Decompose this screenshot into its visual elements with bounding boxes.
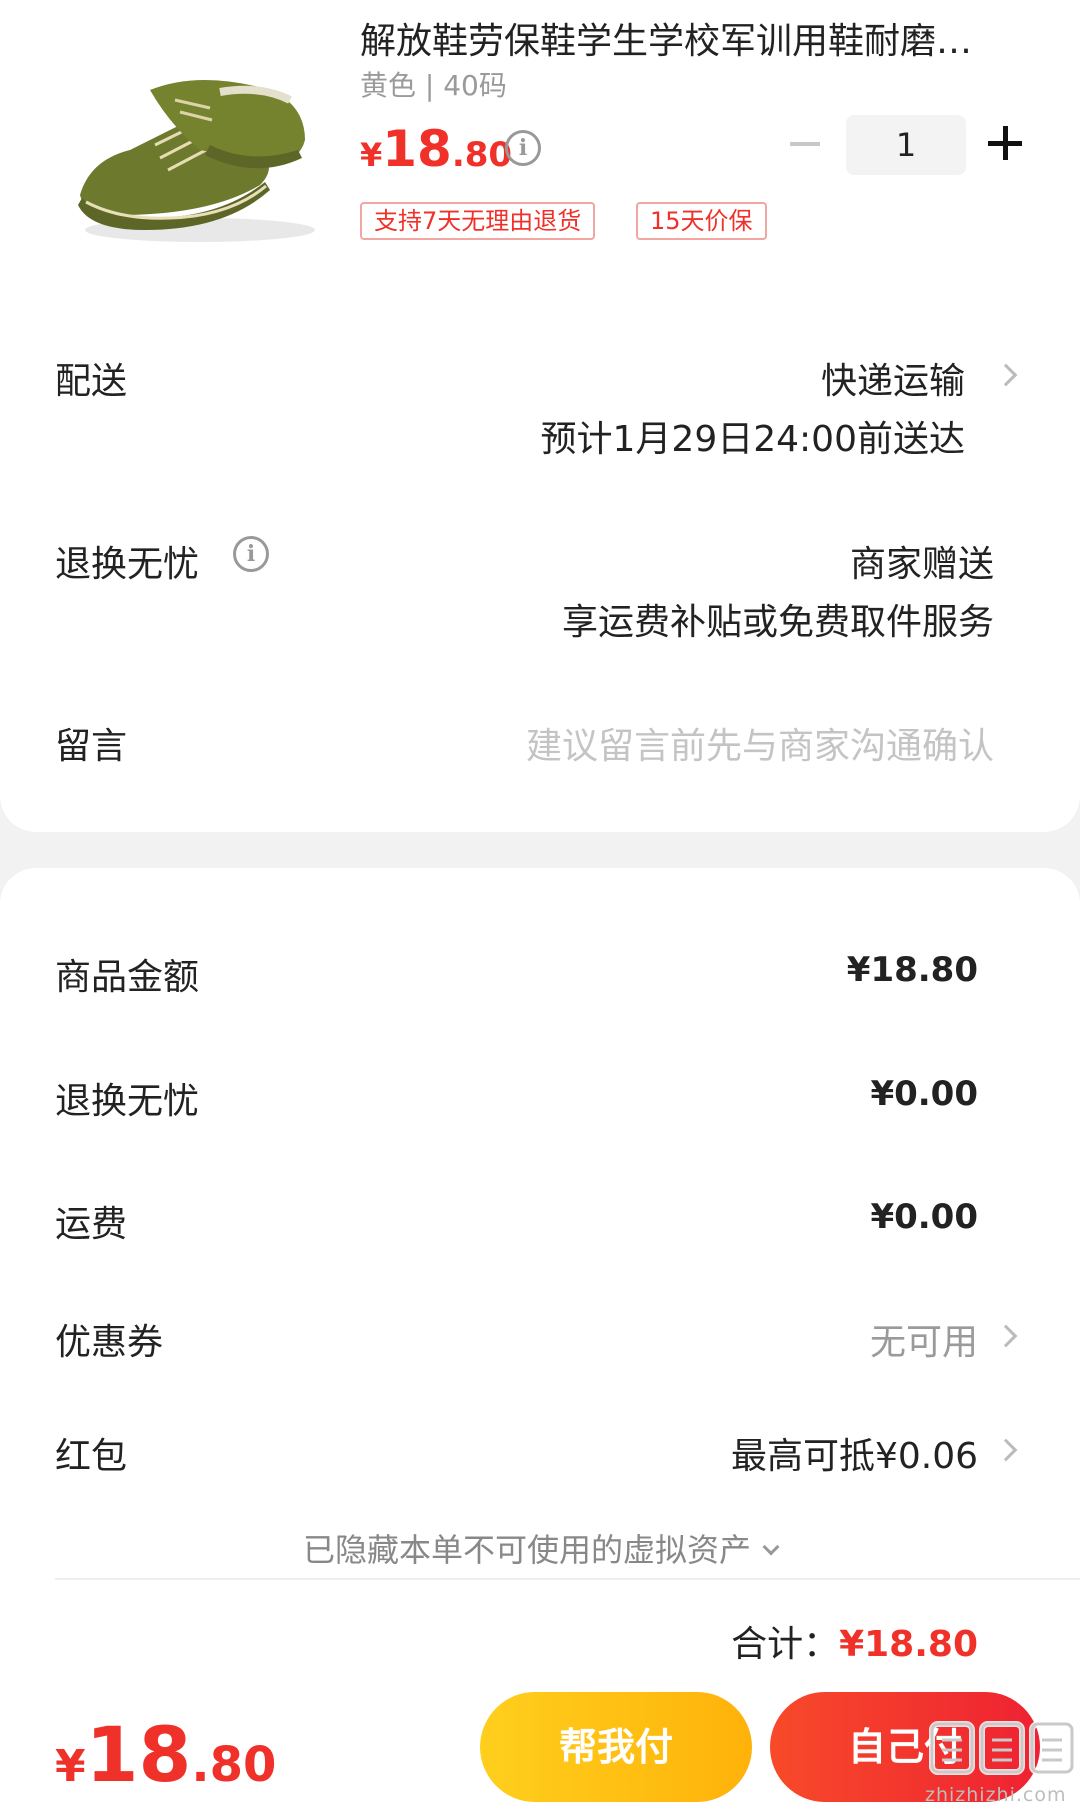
footer-price-currency: ¥ (55, 1741, 86, 1792)
redpacket-value[interactable]: 最高可抵¥0.06 (731, 1427, 978, 1479)
returns-fee-label: 退换无忧 (55, 1081, 200, 1122)
shipping-fee-value: ¥0.00 (870, 1197, 978, 1237)
product-title[interactable]: 解放鞋劳保鞋学生学校军训用鞋耐磨… (360, 12, 1030, 64)
hidden-assets-text: 已隐藏本单不可使用的虚拟资产 (302, 1531, 751, 1569)
footer-price: ¥18.80 (55, 1710, 276, 1799)
chevron-down-icon (762, 1538, 780, 1556)
coupon-value[interactable]: 无可用 (870, 1313, 978, 1365)
product-price: ¥18.80 (360, 120, 512, 178)
watermark-logo (929, 1721, 1075, 1775)
price-info-icon[interactable]: i (505, 130, 541, 166)
coupon-label: 优惠券 (55, 1322, 164, 1363)
returns-detail: 享运费补贴或免费取件服务 (561, 602, 994, 643)
price-decimal: .80 (451, 135, 513, 175)
goods-amount-value: ¥18.80 (846, 950, 978, 990)
hidden-assets-toggle[interactable]: 已隐藏本单不可使用的虚拟资产 (0, 1525, 1080, 1571)
shipping-eta: 预计1月29日24:00前送达 (540, 419, 965, 460)
quantity-increase-button[interactable] (988, 126, 1022, 160)
footer-price-integer: 18 (85, 1710, 192, 1799)
price-integer: 18 (382, 120, 452, 178)
returns-label: 退换无忧 (55, 544, 200, 585)
returns-info-icon[interactable]: i (233, 536, 269, 572)
price-currency: ¥ (360, 136, 383, 174)
shipping-label: 配送 (55, 361, 128, 402)
shipping-fee-label: 运费 (55, 1204, 128, 1245)
goods-amount-label: 商品金额 (55, 957, 200, 998)
footer-price-decimal: .80 (191, 1737, 277, 1793)
returns-value: 商家赠送 (849, 544, 994, 585)
quantity-input[interactable]: 1 (846, 115, 966, 175)
message-label: 留言 (55, 726, 128, 767)
help-pay-button[interactable]: 帮我付 (480, 1692, 752, 1802)
divider (55, 1578, 1080, 1580)
quantity-decrease-button[interactable] (790, 142, 820, 146)
watermark-url: zhizhizhi.com (925, 1784, 1067, 1806)
redpacket-label: 红包 (55, 1436, 128, 1477)
order-total: 合计：¥18.80 (731, 1615, 978, 1667)
product-spec[interactable]: 黄色 | 40码 (360, 64, 507, 104)
returns-fee-value: ¥0.00 (870, 1074, 978, 1114)
shipping-method[interactable]: 快递运输 (821, 352, 965, 404)
message-input[interactable]: 建议留言前先与商家沟通确认 (526, 717, 994, 769)
shoe-image[interactable] (60, 30, 330, 270)
return-policy-tag: 支持7天无理由退货 (360, 202, 596, 240)
total-label: 合计： (731, 1624, 840, 1665)
total-value: ¥18.80 (839, 1624, 978, 1665)
price-protection-tag: 15天价保 (636, 202, 767, 240)
